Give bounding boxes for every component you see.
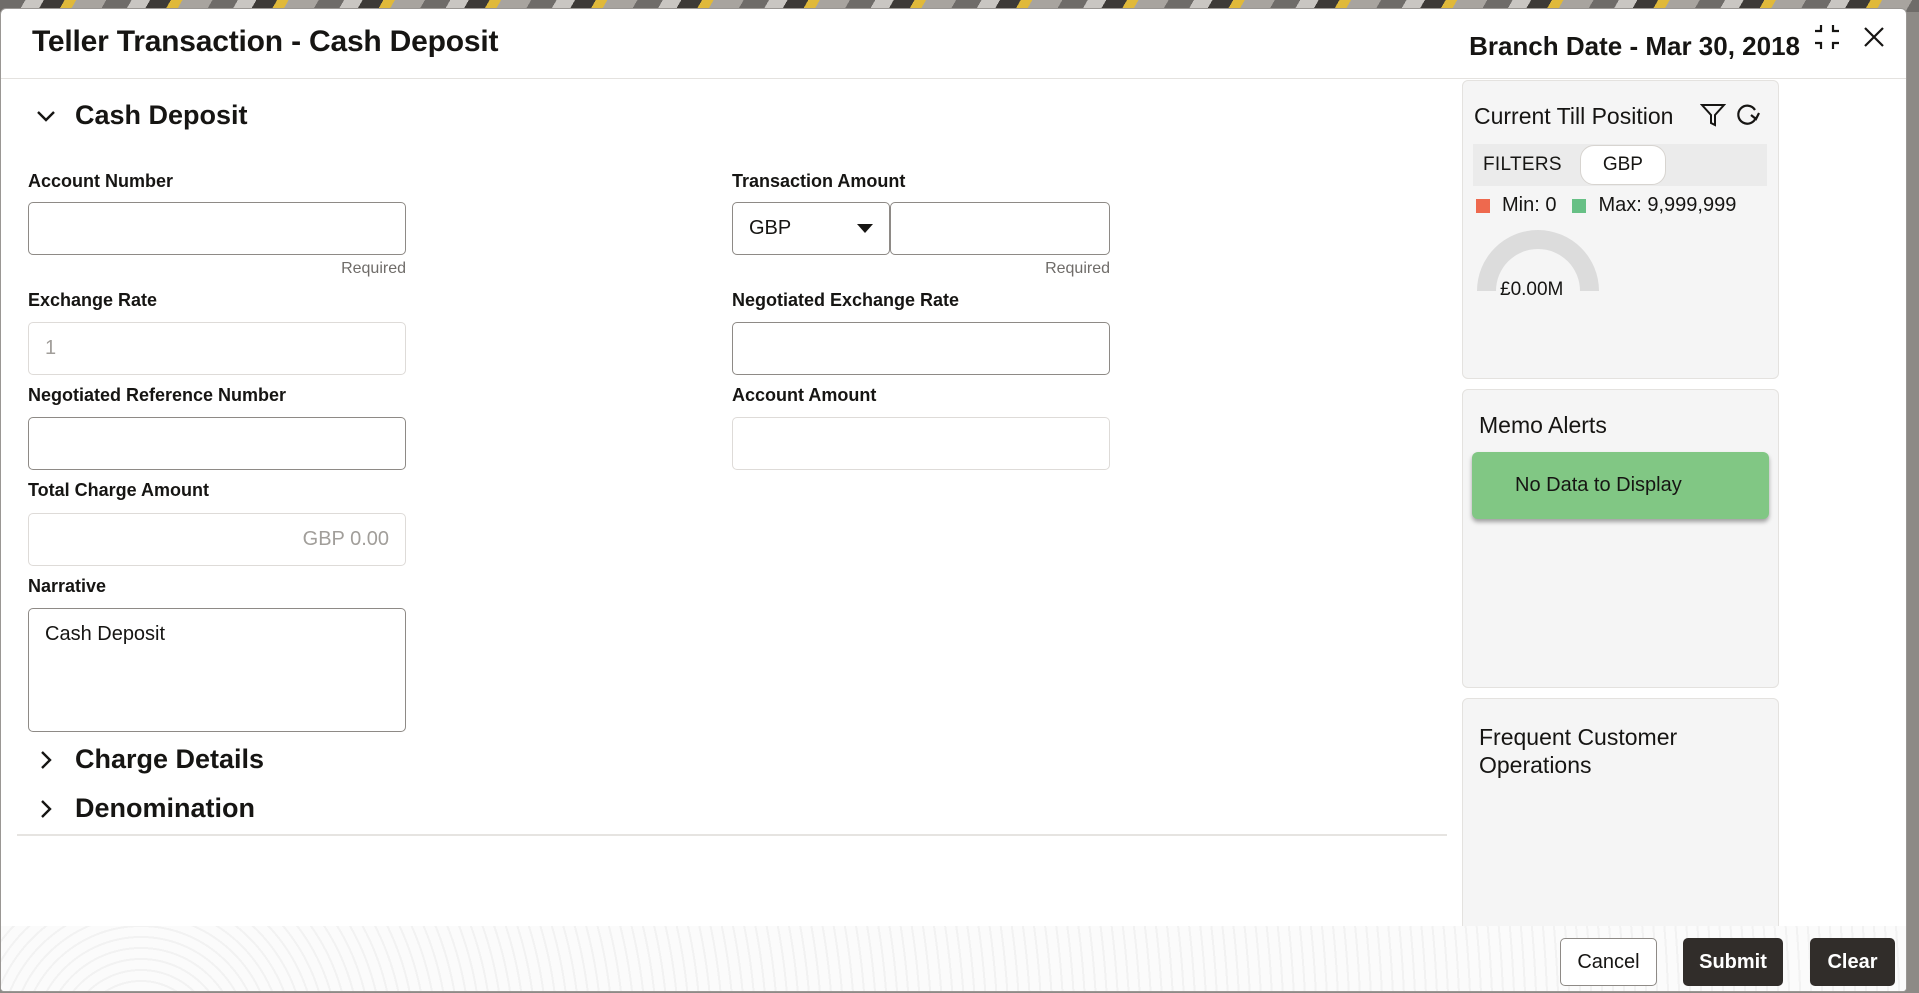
frequent-operations-panel: Frequent Customer Operations	[1462, 698, 1779, 938]
memo-alerts-title: Memo Alerts	[1479, 412, 1607, 438]
chevron-down-icon	[33, 103, 59, 129]
negotiated-reference-number-label: Negotiated Reference Number	[28, 385, 287, 405]
clear-button[interactable]: Clear	[1810, 938, 1895, 986]
total-charge-amount-input	[28, 513, 406, 566]
filter-chip-currency[interactable]: GBP	[1579, 145, 1666, 185]
teller-transaction-dialog: Teller Transaction - Cash Deposit Branch…	[0, 8, 1907, 992]
submit-button[interactable]: Submit	[1683, 938, 1783, 986]
filter-icon[interactable]	[1699, 101, 1727, 129]
narrative-textarea[interactable]	[28, 608, 406, 732]
cancel-button[interactable]: Cancel	[1560, 938, 1657, 986]
section-title-cash-deposit: Cash Deposit	[75, 100, 248, 130]
account-amount-input	[732, 417, 1110, 470]
legend-item-max: Max: 9,999,999	[1572, 194, 1736, 217]
account-number-input[interactable]	[28, 202, 406, 255]
account-number-label: Account Number	[28, 171, 174, 191]
filters-label: FILTERS	[1483, 154, 1562, 175]
legend-swatch-max	[1572, 198, 1587, 213]
minimize-icon[interactable]	[1811, 21, 1843, 53]
legend-label-max: Max: 9,999,999	[1598, 194, 1737, 216]
section-charge-details-toggle[interactable]: Charge Details	[33, 744, 264, 775]
transaction-form: Cash Deposit Account Number Required Tra…	[1, 80, 1461, 925]
negotiated-exchange-rate-input[interactable]	[732, 322, 1110, 375]
frequent-operations-title: Frequent Customer Operations	[1479, 724, 1678, 778]
till-position-title: Current Till Position	[1474, 103, 1674, 129]
till-legend: Min: 0 Max: 9,999,999	[1476, 194, 1752, 217]
till-position-panel: Current Till Position FILTERS GBP Min: 0…	[1462, 80, 1779, 379]
till-filter-bar: FILTERS GBP	[1473, 144, 1767, 186]
dialog-footer: Cancel Submit Clear	[1, 926, 1906, 991]
legend-item-min: Min: 0	[1476, 194, 1556, 217]
section-title-denomination: Denomination	[75, 793, 255, 823]
transaction-amount-input[interactable]	[890, 202, 1110, 255]
section-cash-deposit-toggle[interactable]: Cash Deposit	[33, 100, 248, 131]
minimize-icon-glyph	[1815, 25, 1839, 49]
legend-swatch-min	[1476, 198, 1490, 213]
section-denomination-toggle[interactable]: Denomination	[33, 793, 255, 824]
refresh-icon[interactable]	[1733, 101, 1761, 129]
narrative-label: Narrative	[28, 576, 107, 596]
account-number-required-hint: Required	[341, 260, 406, 277]
exchange-rate-input	[28, 322, 406, 375]
currency-select-value: GBP	[749, 217, 792, 239]
section-divider	[17, 834, 1447, 836]
legend-label-min: Min: 0	[1502, 194, 1557, 216]
branch-date: Branch Date - Mar 30, 2018	[1469, 31, 1800, 61]
total-charge-amount-label: Total Charge Amount	[28, 480, 209, 500]
memo-alerts-panel: Memo Alerts No Data to Display	[1462, 389, 1779, 688]
close-icon[interactable]	[1858, 21, 1890, 53]
gauge-value-label: £0.00M	[1500, 279, 1564, 300]
transaction-amount-label: Transaction Amount	[732, 171, 906, 191]
chevron-right-icon	[33, 796, 59, 822]
account-amount-label: Account Amount	[732, 385, 877, 405]
negotiated-reference-number-input[interactable]	[28, 417, 406, 470]
caret-down-icon	[857, 224, 873, 233]
dialog-title: Teller Transaction - Cash Deposit	[32, 25, 499, 58]
chevron-right-icon	[33, 747, 59, 773]
dialog-header: Teller Transaction - Cash Deposit Branch…	[1, 9, 1906, 79]
transaction-amount-required-hint: Required	[1045, 260, 1110, 277]
close-icon-glyph	[1864, 27, 1884, 47]
memo-alerts-empty-box: No Data to Display	[1472, 452, 1769, 519]
currency-select[interactable]: GBP	[732, 202, 890, 255]
negotiated-exchange-rate-label: Negotiated Exchange Rate	[732, 290, 960, 310]
memo-alerts-empty-message: No Data to Display	[1515, 474, 1682, 496]
exchange-rate-label: Exchange Rate	[28, 290, 158, 310]
section-title-charge-details: Charge Details	[75, 744, 265, 774]
